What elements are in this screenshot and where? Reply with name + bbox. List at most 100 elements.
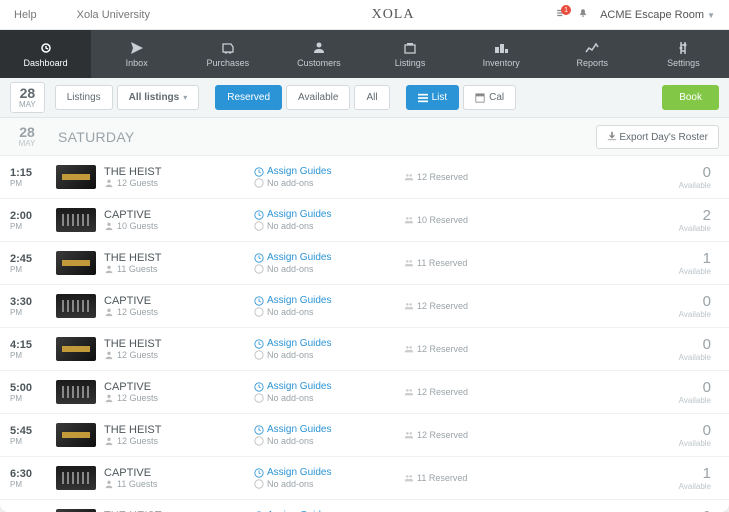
guest-count: 11 Guests <box>104 264 254 274</box>
nav-inventory[interactable]: Inventory <box>456 30 547 78</box>
date-picker[interactable]: 28MAY <box>10 82 45 113</box>
booking-row[interactable]: 6:30PMCAPTIVE11 GuestsAssign GuidesNo ad… <box>0 457 729 500</box>
nav-dashboard[interactable]: Dashboard <box>0 30 91 78</box>
guest-count: 12 Guests <box>104 350 254 360</box>
nav-purchases[interactable]: Purchases <box>182 30 273 78</box>
addons-text: No add-ons <box>254 264 404 274</box>
person-icon <box>104 479 114 489</box>
guest-count: 11 Guests <box>104 479 254 489</box>
booking-row[interactable]: 2:45PMTHE HEIST11 GuestsAssign GuidesNo … <box>0 242 729 285</box>
guest-count: 12 Guests <box>104 436 254 446</box>
help-link[interactable]: Help <box>14 9 37 21</box>
person-icon <box>104 264 114 274</box>
booking-row[interactable]: 5:00PMCAPTIVE12 GuestsAssign GuidesNo ad… <box>0 371 729 414</box>
assign-guides-link[interactable]: Assign Guides <box>254 381 404 392</box>
listing-title: THE HEIST <box>104 166 254 178</box>
listing-title: CAPTIVE <box>104 381 254 393</box>
addons-text: No add-ons <box>254 178 404 188</box>
filter-reserved[interactable]: Reserved <box>215 85 282 110</box>
inbox-icon <box>129 40 145 56</box>
export-roster-button[interactable]: Export Day's Roster <box>596 125 719 149</box>
person-icon <box>104 221 114 231</box>
nav-label: Dashboard <box>24 58 68 68</box>
listings-label: Listings <box>55 85 113 110</box>
account-menu[interactable]: ACME Escape Room ▼ <box>600 9 715 21</box>
guest-count: 10 Guests <box>104 221 254 231</box>
topbar: Help Xola University XOLA 1 ACME Escape … <box>0 0 729 30</box>
customers-icon <box>311 40 327 56</box>
people-icon <box>404 215 414 225</box>
nav-inbox[interactable]: Inbox <box>91 30 182 78</box>
view-cal[interactable]: Cal <box>463 85 516 110</box>
person-icon <box>104 436 114 446</box>
day-header: 28MAY SATURDAY Export Day's Roster <box>0 118 729 156</box>
available-count: 1Available <box>524 250 719 276</box>
tag-icon <box>254 307 264 317</box>
nav-listings[interactable]: Listings <box>365 30 456 78</box>
assign-guides-link[interactable]: Assign Guides <box>254 295 404 306</box>
available-count: 2Available <box>524 207 719 233</box>
view-list[interactable]: List <box>406 85 460 110</box>
reserved-count: 12 Reserved <box>404 430 524 440</box>
person-icon <box>104 178 114 188</box>
listing-thumbnail <box>56 251 96 275</box>
assign-guides-link[interactable]: Assign Guides <box>254 338 404 349</box>
assign-guides-link[interactable]: Assign Guides <box>254 166 404 177</box>
tag-icon <box>254 479 264 489</box>
nav-label: Inbox <box>126 58 148 68</box>
clock-icon <box>254 253 264 263</box>
tag-icon <box>254 350 264 360</box>
book-button[interactable]: Book <box>662 85 719 110</box>
settings-icon <box>675 40 691 56</box>
booking-row[interactable]: 7:15PMTHE HEIST12 GuestsAssign GuidesNo … <box>0 500 729 512</box>
people-icon <box>404 430 414 440</box>
bell-icon[interactable] <box>578 8 588 21</box>
nav-reports[interactable]: Reports <box>547 30 638 78</box>
time: 2:00PM <box>10 210 48 231</box>
guest-count: 12 Guests <box>104 307 254 317</box>
nav-settings[interactable]: Settings <box>638 30 729 78</box>
booking-row[interactable]: 5:45PMTHE HEIST12 GuestsAssign GuidesNo … <box>0 414 729 457</box>
calendar-icon <box>475 93 485 103</box>
logo: XOLA <box>230 7 556 23</box>
assign-guides-link[interactable]: Assign Guides <box>254 252 404 263</box>
addons-text: No add-ons <box>254 436 404 446</box>
listings-dropdown[interactable]: All listings ▾ <box>117 85 200 110</box>
university-link[interactable]: Xola University <box>77 9 150 21</box>
assign-guides-link[interactable]: Assign Guides <box>254 209 404 220</box>
booking-row[interactable]: 1:15PM THE HEIST12 GuestsAssign GuidesNo … <box>0 156 729 199</box>
addons-text: No add-ons <box>254 393 404 403</box>
booking-row[interactable]: 2:00PMCAPTIVE10 GuestsAssign GuidesNo ad… <box>0 199 729 242</box>
people-icon <box>404 258 414 268</box>
people-icon <box>404 301 414 311</box>
list-icon <box>418 93 428 103</box>
filter-all[interactable]: All <box>354 85 389 110</box>
booking-list: 1:15PMTHE HEIST12 GuestsAssign GuidesNo … <box>0 156 729 512</box>
assign-guides-link[interactable]: Assign Guides <box>254 424 404 435</box>
person-icon <box>104 393 114 403</box>
listing-thumbnail <box>56 294 96 318</box>
available-count: 0Available <box>524 336 719 362</box>
reserved-count: 12 Reserved <box>404 301 524 311</box>
booking-row[interactable]: 3:30PMCAPTIVE12 GuestsAssign GuidesNo ad… <box>0 285 729 328</box>
assign-guides-link[interactable]: Assign Guides <box>254 467 404 478</box>
booking-row[interactable]: 4:15PMTHE HEIST12 GuestsAssign GuidesNo … <box>0 328 729 371</box>
addons-text: No add-ons <box>254 350 404 360</box>
tag-icon <box>254 221 264 231</box>
nav-customers[interactable]: Customers <box>273 30 364 78</box>
filter-available[interactable]: Available <box>286 85 350 110</box>
reserved-count: 11 Reserved <box>404 473 524 483</box>
available-count: 0Available <box>524 379 719 405</box>
guest-count: 12 Guests <box>104 178 254 188</box>
people-icon <box>404 387 414 397</box>
tasks-icon[interactable]: 1 <box>556 8 566 21</box>
time: 1:15PM <box>10 167 48 188</box>
listing-thumbnail <box>56 380 96 404</box>
dashboard-icon <box>38 40 54 56</box>
tag-icon <box>254 178 264 188</box>
clock-icon <box>254 167 264 177</box>
tag-icon <box>254 264 264 274</box>
listing-thumbnail <box>56 165 96 189</box>
time: 6:30PM <box>10 468 48 489</box>
reserved-count: 12 Reserved <box>404 344 524 354</box>
